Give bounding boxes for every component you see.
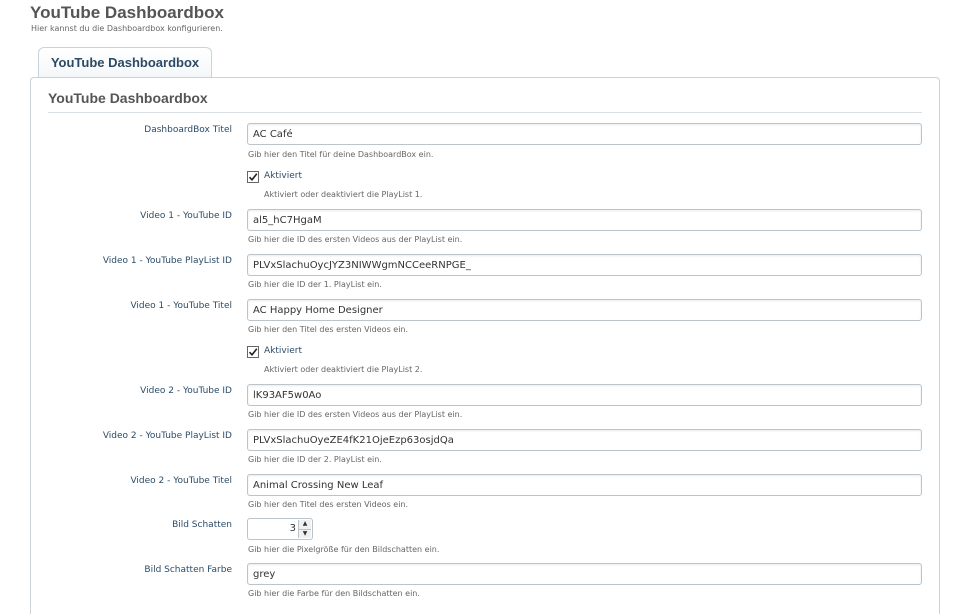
shadow-color-hint: Gib hier die Farbe für den Bildschatten … xyxy=(248,589,420,598)
spin-up-icon[interactable]: ▲ xyxy=(299,520,311,529)
v1-title-hint: Gib hier den Titel des ersten Videos ein… xyxy=(248,325,409,334)
settings-panel xyxy=(30,77,940,614)
stepper-buttons: ▲ ▼ xyxy=(298,520,311,538)
v1-playlist-label: Video 1 - YouTube PlayList ID xyxy=(102,256,232,266)
active1-hint: Aktiviert oder deaktiviert die PlayList … xyxy=(264,190,423,199)
v1-id-label: Video 1 - YouTube ID xyxy=(140,211,232,221)
v2-playlist-input[interactable] xyxy=(247,429,922,451)
spin-down-icon[interactable]: ▼ xyxy=(299,528,311,538)
v2-title-input[interactable] xyxy=(247,474,922,496)
v1-title-input[interactable] xyxy=(247,299,922,321)
shadow-stepper[interactable]: 3 ▲ ▼ xyxy=(247,518,313,540)
v1-playlist-hint: Gib hier die ID der 1. PlayList ein. xyxy=(248,280,382,289)
section-divider xyxy=(48,112,922,113)
v2-title-label: Video 2 - YouTube Titel xyxy=(130,476,232,486)
shadow-color-label: Bild Schatten Farbe xyxy=(144,565,232,575)
box-title-label: DashboardBox Titel xyxy=(144,125,232,135)
v1-title-label: Video 1 - YouTube Titel xyxy=(130,301,232,311)
v2-playlist-label: Video 2 - YouTube PlayList ID xyxy=(102,431,232,441)
shadow-label: Bild Schatten xyxy=(172,520,232,530)
box-title-hint: Gib hier den Titel für deine DashboardBo… xyxy=(248,150,434,159)
checkmark-icon xyxy=(248,173,258,182)
v1-playlist-input[interactable] xyxy=(247,254,922,276)
shadow-color-input[interactable] xyxy=(247,563,922,585)
v2-id-label: Video 2 - YouTube ID xyxy=(140,386,232,396)
page-subtitle: Hier kannst du die Dashboardbox konfigur… xyxy=(31,24,223,33)
tab-label: YouTube Dashboardbox xyxy=(50,55,200,70)
v2-id-hint: Gib hier die ID des ersten Videos aus de… xyxy=(248,410,463,419)
shadow-hint: Gib hier die Pixelgröße für den Bildscha… xyxy=(248,545,440,554)
checkmark-icon xyxy=(248,348,258,357)
active1-label: Aktiviert xyxy=(264,171,302,181)
page-title: YouTube Dashboardbox xyxy=(30,3,224,22)
active1-checkbox[interactable] xyxy=(247,171,259,183)
shadow-value: 3 xyxy=(289,523,296,534)
active2-hint: Aktiviert oder deaktiviert die PlayList … xyxy=(264,365,423,374)
active2-checkbox[interactable] xyxy=(247,346,259,358)
v1-id-hint: Gib hier die ID des ersten Videos aus de… xyxy=(248,235,463,244)
box-title-input[interactable] xyxy=(247,123,922,145)
section-title: YouTube Dashboardbox xyxy=(48,90,208,106)
v2-title-hint: Gib hier den Titel des ersten Videos ein… xyxy=(248,500,409,509)
v2-id-input[interactable] xyxy=(247,384,922,406)
v1-id-input[interactable] xyxy=(247,209,922,231)
tab-youtube-dashboardbox[interactable]: YouTube Dashboardbox xyxy=(38,47,212,77)
v2-playlist-hint: Gib hier die ID der 2. PlayList ein. xyxy=(248,455,382,464)
active2-label: Aktiviert xyxy=(264,346,302,356)
